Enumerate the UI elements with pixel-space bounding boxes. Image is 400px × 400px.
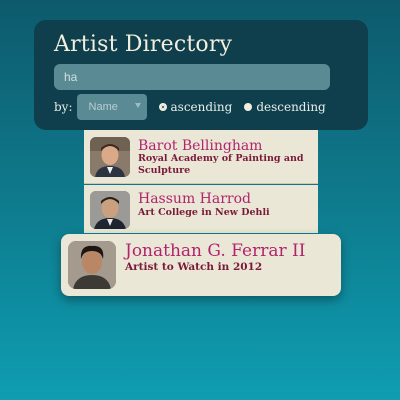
chevron-down-icon	[134, 103, 141, 108]
artist-list-item[interactable]: Barot Bellingham Royal Academy of Painti…	[84, 130, 318, 184]
avatar	[68, 241, 116, 289]
ascending-radio[interactable]	[158, 103, 167, 111]
sort-field-value: Name	[88, 101, 118, 113]
descending-radio[interactable]	[244, 103, 253, 111]
artist-subtitle: Royal Academy of Painting and Sculpture	[138, 153, 304, 176]
sort-controls: by: Name ascending descending	[54, 94, 332, 120]
page-title: Artist Directory	[54, 32, 233, 57]
search-panel: Artist Directory by: Name ascending desc…	[34, 20, 368, 130]
avatar	[90, 191, 130, 229]
avatar	[90, 137, 130, 177]
artist-name: Hassum Harrod	[138, 191, 251, 207]
sort-by-label: by:	[54, 100, 73, 114]
artist-list-item-selected[interactable]: Jonathan G. Ferrar II Artist to Watch in…	[61, 234, 341, 296]
artist-name: Jonathan G. Ferrar II	[125, 241, 306, 261]
artist-subtitle: Art College in New Dehli	[138, 207, 270, 218]
artist-subtitle: Artist to Watch in 2012	[125, 261, 263, 273]
ascending-label[interactable]: ascending	[171, 100, 233, 114]
artist-name: Barot Bellingham	[138, 138, 263, 154]
sort-field-select[interactable]: Name	[76, 94, 147, 120]
artist-list-item[interactable]: Hassum Harrod Art College in New Dehli	[84, 185, 318, 233]
descending-label[interactable]: descending	[256, 100, 325, 114]
search-input[interactable]	[54, 64, 330, 90]
